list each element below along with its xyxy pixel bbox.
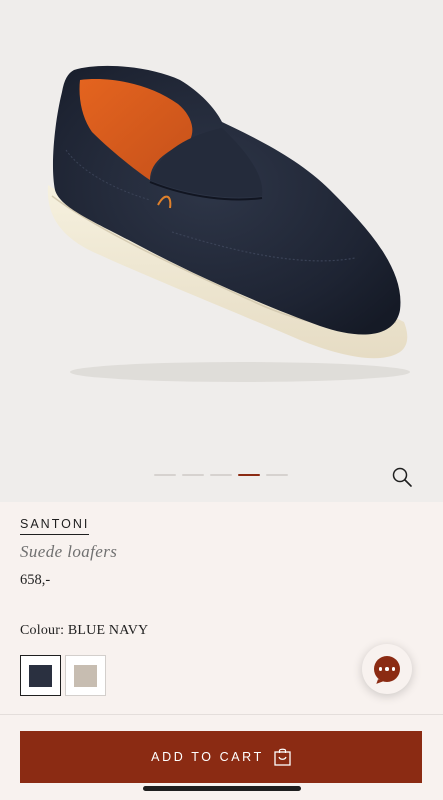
- colour-swatches: [20, 655, 106, 696]
- carousel-indicators[interactable]: [154, 474, 288, 476]
- add-to-cart-button[interactable]: ADD TO CART: [20, 731, 422, 783]
- product-image-gallery[interactable]: [0, 0, 443, 502]
- carousel-dot[interactable]: [266, 474, 288, 476]
- carousel-dot[interactable]: [154, 474, 176, 476]
- product-page: SANTONI Suede loafers 658,- Colour: BLUE…: [0, 0, 443, 800]
- add-to-cart-label: ADD TO CART: [151, 750, 264, 764]
- colour-label: Colour: BLUE NAVY: [20, 623, 149, 638]
- swatch-beige[interactable]: [65, 655, 106, 696]
- carousel-dot[interactable]: [210, 474, 232, 476]
- home-indicator: [143, 786, 301, 791]
- chat-button[interactable]: [362, 644, 412, 694]
- swatch-chip: [74, 664, 97, 687]
- magnifier-icon: [392, 467, 412, 487]
- divider: [0, 714, 443, 715]
- shopping-bag-icon: [274, 748, 291, 766]
- product-image: [47, 65, 410, 382]
- product-price: 658,-: [20, 572, 51, 588]
- carousel-dot[interactable]: [182, 474, 204, 476]
- chat-bubble-icon: [374, 656, 400, 682]
- swatch-chip: [29, 664, 52, 687]
- carousel-dot-active[interactable]: [238, 474, 260, 476]
- product-title: Suede loafers: [20, 542, 118, 561]
- zoom-button[interactable]: [388, 463, 416, 491]
- swatch-blue-navy[interactable]: [20, 655, 61, 696]
- brand-link[interactable]: SANTONI: [20, 516, 90, 535]
